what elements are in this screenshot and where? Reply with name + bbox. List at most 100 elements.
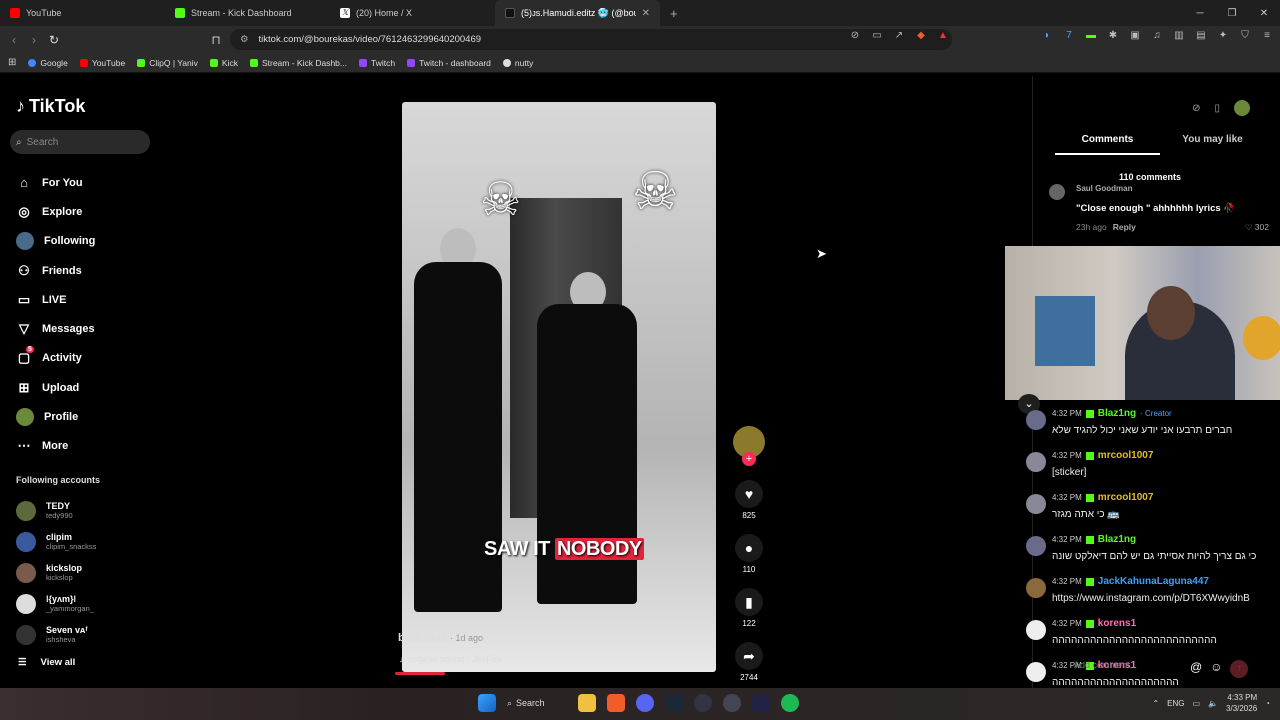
- sidebar-item-upload[interactable]: ⊞ Upload: [16, 373, 95, 402]
- emoji-icon[interactable]: ☺: [1210, 660, 1222, 678]
- autoscroll-icon[interactable]: ⊘: [1192, 103, 1200, 114]
- comment-icon[interactable]: ●: [735, 534, 763, 562]
- like-icon[interactable]: ♥: [735, 480, 763, 508]
- sidebar-item-messages[interactable]: ▽ Messages: [16, 314, 95, 343]
- start-icon[interactable]: [478, 694, 496, 712]
- notifications-icon[interactable]: ◔: [1265, 699, 1270, 708]
- reload-icon[interactable]: ↻: [44, 33, 64, 47]
- bookmark-kick-dashboard[interactable]: Stream - Kick Dashb...: [249, 58, 347, 68]
- minimize-icon[interactable]: ─: [1184, 0, 1216, 26]
- back-icon[interactable]: ‹: [4, 33, 24, 47]
- menu-icon[interactable]: ≡: [1260, 30, 1274, 41]
- volume-icon[interactable]: 🔈: [1208, 699, 1218, 708]
- apps-icon[interactable]: ⊞: [8, 57, 16, 68]
- sidebar-item-label: LIVE: [42, 293, 67, 306]
- bookmark-kick[interactable]: Kick: [209, 58, 238, 68]
- author-name[interactable]: bourekas: [398, 632, 447, 644]
- no-translate-icon[interactable]: ⊘: [848, 30, 862, 41]
- sidebar-item-friends[interactable]: ⚇ Friends: [16, 256, 95, 285]
- forward-icon[interactable]: ›: [24, 33, 44, 47]
- bookmark-google[interactable]: Google: [28, 58, 68, 68]
- video-sound[interactable]: ♫ original sound - JexFtbl: [399, 654, 501, 664]
- tray-chevron-icon[interactable]: ⌃: [1152, 699, 1159, 708]
- following-account[interactable]: TEDY tedy990: [16, 495, 96, 526]
- vpn-icon[interactable]: ⛉: [1238, 30, 1252, 41]
- sidebar-item-following[interactable]: Following: [16, 227, 95, 256]
- following-account[interactable]: Seven ᴠᴀᶠ ishsheva: [16, 619, 96, 650]
- brave-rewards-icon[interactable]: ▲: [936, 30, 950, 41]
- follow-plus-icon[interactable]: +: [742, 452, 756, 466]
- new-tab-button[interactable]: +: [660, 6, 688, 21]
- browser-tab-x[interactable]: 𝕏 (20) Home / X: [330, 0, 495, 26]
- maximize-icon[interactable]: ❐: [1216, 0, 1248, 26]
- extension-icon[interactable]: ▣: [1128, 30, 1142, 41]
- share-icon[interactable]: ↗: [892, 30, 906, 41]
- view-all-button[interactable]: ☰ View all: [18, 657, 75, 668]
- sidebar-item-for-you[interactable]: ⌂ For You: [16, 168, 95, 197]
- sidebar-icon[interactable]: ▥: [1172, 30, 1186, 41]
- browser-tab-youtube[interactable]: YouTube: [0, 0, 165, 26]
- video-player[interactable]: ☠ ☠ SAW IT NOBODY: [402, 102, 716, 672]
- obs-icon[interactable]: [723, 694, 741, 712]
- extensions-icon[interactable]: ✱: [1106, 30, 1120, 41]
- network-icon[interactable]: ▭: [1192, 699, 1200, 708]
- brave-icon[interactable]: [607, 694, 625, 712]
- tiktok-logo[interactable]: ♪ TikTok: [16, 96, 85, 117]
- browser-tab-kick[interactable]: Stream - Kick Dashboard: [165, 0, 330, 26]
- sidebar-item-live[interactable]: ▭ LIVE: [16, 285, 95, 314]
- brave-shield-icon[interactable]: ◆: [914, 30, 928, 41]
- bookmark-icon[interactable]: ⊓: [206, 33, 226, 47]
- close-window-icon[interactable]: ✕: [1248, 0, 1280, 26]
- cast-icon[interactable]: ▭: [870, 30, 884, 41]
- leo-icon[interactable]: ✦: [1216, 30, 1230, 41]
- tab-comments[interactable]: Comments: [1055, 134, 1160, 155]
- comment-author[interactable]: Saul Goodman: [1076, 184, 1132, 193]
- bookmark-youtube[interactable]: YouTube: [79, 58, 125, 68]
- avatar[interactable]: [1049, 184, 1065, 200]
- following-account[interactable]: clipim clipim_snackss: [16, 526, 96, 557]
- search-input[interactable]: ⌕ Search: [10, 130, 150, 154]
- video-author[interactable]: bourekas · 1d ago: [398, 632, 483, 644]
- bookmark-twitch-dashboard[interactable]: Twitch - dashboard: [407, 58, 491, 68]
- sidebar-item-profile[interactable]: Profile: [16, 402, 95, 431]
- extension-icon[interactable]: 7: [1062, 30, 1076, 41]
- app-icon[interactable]: [752, 694, 770, 712]
- mention-icon[interactable]: @: [1190, 660, 1202, 678]
- music-icon[interactable]: ♫: [1150, 30, 1164, 41]
- sidebar-item-explore[interactable]: ◎ Explore: [16, 197, 95, 226]
- clock[interactable]: 4:33 PM 3/3/2026: [1226, 692, 1257, 714]
- extension-icon[interactable]: ◗: [1040, 30, 1054, 41]
- app-icon[interactable]: [694, 694, 712, 712]
- following-account[interactable]: ǀ{yʌm}ǀ _yammorgan_: [16, 588, 96, 619]
- close-tab-icon[interactable]: ✕: [642, 8, 650, 19]
- sidebar-item-activity[interactable]: ▢ 5 Activity: [16, 344, 95, 373]
- site-info-icon[interactable]: ⚙: [240, 34, 249, 45]
- bookmark-clipq[interactable]: ClipQ | Yaniv: [137, 58, 198, 68]
- save-icon[interactable]: ▮: [735, 588, 763, 616]
- share-icon[interactable]: ➦: [735, 642, 763, 670]
- tab-you-may-like[interactable]: You may like: [1160, 134, 1265, 155]
- extension-icon[interactable]: ▬: [1084, 30, 1098, 41]
- spotify-icon[interactable]: [781, 694, 799, 712]
- sidebar-item-label: For You: [42, 176, 83, 189]
- add-comment-input[interactable]: Add comment...: [1074, 660, 1137, 670]
- user-avatar[interactable]: [1234, 100, 1250, 116]
- discord-icon[interactable]: [636, 694, 654, 712]
- steam-icon[interactable]: [665, 694, 683, 712]
- sidebar-item-more[interactable]: ⋯ More: [16, 432, 95, 461]
- browser-tab-tiktok[interactable]: (5)ᴊs.Hamudi.editz 🥶 (@bourek ✕: [495, 0, 660, 26]
- following-account[interactable]: kickslop kickslop: [16, 557, 96, 588]
- send-arrow-icon[interactable]: ↑: [1230, 660, 1249, 678]
- comment-likes[interactable]: ♡ 302: [1245, 222, 1269, 233]
- author-avatar[interactable]: +: [733, 426, 765, 466]
- address-bar[interactable]: ⚙ tiktok.com/@bourekas/video/76124632996…: [230, 29, 952, 50]
- file-explorer-icon[interactable]: [578, 694, 596, 712]
- bookmark-twitch[interactable]: Twitch: [358, 58, 395, 68]
- taskbar-search[interactable]: ⌕ Search: [507, 698, 567, 709]
- video-progress-bar[interactable]: [395, 672, 445, 675]
- language-indicator[interactable]: ENG: [1167, 699, 1184, 708]
- device-icon[interactable]: ▯: [1214, 103, 1220, 114]
- wallet-icon[interactable]: ▤: [1194, 30, 1208, 41]
- bookmark-nutty[interactable]: nutty: [502, 58, 533, 68]
- reply-button[interactable]: Reply: [1113, 222, 1136, 232]
